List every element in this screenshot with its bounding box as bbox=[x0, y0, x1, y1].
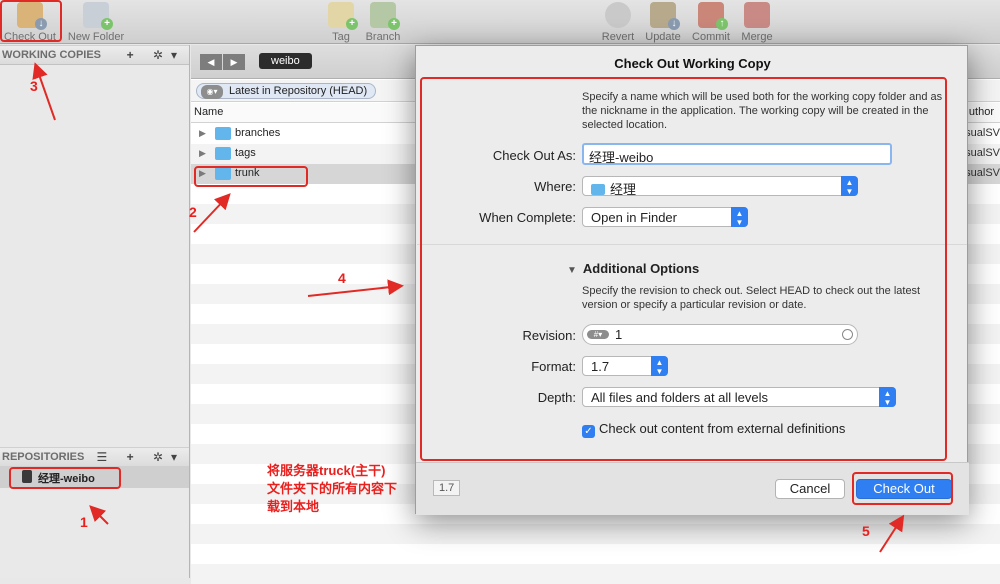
annotation-number-3: 3 bbox=[30, 78, 38, 94]
annotation-number-2: 2 bbox=[189, 204, 197, 220]
annotation-number-4: 4 bbox=[338, 270, 346, 286]
annotation-arrows bbox=[32, 62, 905, 553]
annotation-arrow-2 bbox=[193, 193, 231, 233]
annotation-number-1: 1 bbox=[80, 514, 88, 530]
annotation-arrow-1 bbox=[89, 505, 109, 525]
annotation-arrow-3 bbox=[32, 62, 56, 121]
annotation-arrow-4 bbox=[307, 279, 404, 297]
annotation-note: 将服务器truck(主干) 文件夹下的所有内容下 载到本地 bbox=[267, 463, 398, 514]
annotation-number-5: 5 bbox=[862, 523, 870, 539]
annotation-arrow-5 bbox=[879, 514, 905, 553]
